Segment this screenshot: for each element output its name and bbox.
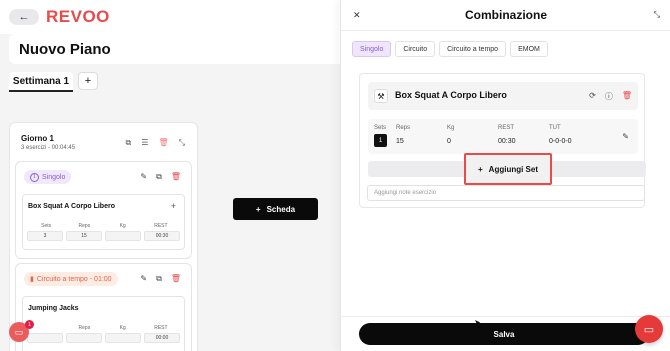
trash-icon[interactable]: 🗑 <box>158 138 168 148</box>
plus-icon[interactable]: + <box>171 201 176 211</box>
exercise-block: ▮ Circuito a tempo - 01:00 ✎ ⧉ 🗑 Jumping… <box>15 263 192 351</box>
column-header: REST <box>498 125 515 131</box>
block-type-label: Singolo <box>42 173 66 181</box>
dumbbell-icon: ⚒ <box>374 89 388 103</box>
exercise-name: Box Squat A Corpo Libero <box>28 203 115 210</box>
chat-launcher[interactable]: ▭ <box>635 315 663 343</box>
column-header: TUT <box>549 125 561 131</box>
reps-field[interactable] <box>66 333 102 343</box>
column-header: Reps <box>78 325 91 331</box>
combination-drawer: ✕ Combinazione ⤡ Singolo Circuito Circui… <box>340 0 670 351</box>
value-field[interactable] <box>27 333 63 343</box>
notification-badge: 1 <box>25 320 34 329</box>
reps-field[interactable]: 15 <box>66 231 102 241</box>
divider <box>341 30 670 31</box>
exercise-block: 1 Singolo ✎ ⧉ 🗑 Box Squat A Corpo Libero… <box>15 161 192 259</box>
plan-editor: ← REVOO Nuovo Piano Settimana 1 + Giorno… <box>0 0 340 351</box>
chat-icon: ▭ <box>643 323 655 336</box>
logo: REVOO <box>46 7 110 26</box>
tab-circuito-a-tempo[interactable]: Circuito a tempo <box>439 41 507 57</box>
rest-value[interactable]: 00:30 <box>498 138 516 145</box>
plan-title: Nuovo Piano <box>19 40 111 58</box>
exercise-notes-input[interactable]: Aggiungi note esercizio <box>367 185 645 201</box>
block-type-badge: ▮ Circuito a tempo - 01:00 <box>24 272 118 286</box>
tab-emom[interactable]: EMOM <box>510 41 548 57</box>
trash-icon[interactable]: 🗑 <box>171 274 181 284</box>
kg-value[interactable]: 0 <box>447 138 451 145</box>
save-button[interactable]: Salva <box>359 323 649 345</box>
plan-title-input[interactable]: Nuovo Piano <box>9 34 340 64</box>
column-header: Sets <box>41 223 52 229</box>
tut-value[interactable]: 0-0-0-0 <box>549 138 572 145</box>
exercise-name: Box Squat A Corpo Libero <box>395 90 507 100</box>
plus-icon: + <box>255 204 261 214</box>
kg-field[interactable] <box>105 231 141 241</box>
column-header: Reps <box>78 223 91 229</box>
mouse-cursor-icon: ➤ <box>474 318 481 327</box>
info-icon[interactable]: ⓘ <box>605 91 613 102</box>
copy-icon[interactable]: ⧉ <box>126 138 132 148</box>
copy-icon[interactable]: ⧉ <box>156 274 162 284</box>
set-number: 1 <box>374 134 387 147</box>
timer-icon: ▮ <box>30 276 34 283</box>
tab-week-1[interactable]: Settimana 1 <box>9 72 73 92</box>
scheda-label: Scheda <box>266 204 296 214</box>
edit-icon[interactable]: ✎ <box>622 132 629 141</box>
trash-icon[interactable]: 🗑 <box>171 172 181 182</box>
day-summary: 3 esercizi - 00:04:45 <box>21 145 76 151</box>
sets-field[interactable]: 3 <box>27 231 63 241</box>
column-header: Kg <box>119 325 126 331</box>
rest-field[interactable]: 00:30 <box>144 231 180 241</box>
replace-icon[interactable]: ⟳ <box>589 91 596 102</box>
tab-circuito[interactable]: Circuito <box>395 41 436 57</box>
notes-placeholder: Aggiungi note esercizio <box>374 190 437 196</box>
add-set-label: Aggiungi Set <box>488 164 538 174</box>
exercise-card[interactable]: Box Squat A Corpo Libero + Sets Reps Kg … <box>22 194 185 250</box>
column-header: REST <box>154 325 168 331</box>
day-title: Giorno 1 <box>21 134 54 143</box>
column-header: Reps <box>396 125 411 131</box>
tab-singolo[interactable]: Singolo <box>352 41 392 57</box>
edit-icon[interactable]: ✎ <box>140 172 147 182</box>
set-row: Sets Reps Kg REST TUT 1 15 0 00:30 0-0-0… <box>368 119 638 154</box>
back-button[interactable]: ← <box>9 9 39 25</box>
collapse-icon[interactable]: ⤡ <box>179 138 185 148</box>
list-icon[interactable]: ☰ <box>141 138 148 148</box>
arrow-left-icon: ← <box>18 11 30 23</box>
column-header: REST <box>154 223 168 229</box>
reps-value[interactable]: 15 <box>396 138 404 145</box>
exercise-panel: ⚒ Box Squat A Corpo Libero ⟳ ⓘ 🗑 Sets Re… <box>359 73 646 208</box>
plus-icon: + <box>478 164 483 174</box>
kg-field[interactable] <box>105 333 141 343</box>
add-week-button[interactable]: + <box>78 72 98 90</box>
block-type-label: Circuito a tempo - 01:00 <box>36 275 112 283</box>
block-type-badge: 1 Singolo <box>24 170 72 184</box>
number-circle-icon: 1 <box>30 172 39 182</box>
chat-icon: ▭ <box>14 326 24 337</box>
add-scheda-button[interactable]: + Scheda <box>233 198 318 220</box>
exercise-header: ⚒ Box Squat A Corpo Libero ⟳ ⓘ 🗑 <box>368 82 638 110</box>
drawer-title: Combinazione <box>464 8 547 22</box>
copy-icon[interactable]: ⧉ <box>156 172 162 182</box>
column-header: Sets <box>374 125 387 131</box>
trash-icon[interactable]: 🗑 <box>622 91 632 102</box>
day-card: Giorno 1 3 esercizi - 00:04:45 ⧉ ☰ 🗑 ⤡ 1… <box>9 122 198 351</box>
rest-field[interactable]: 00:00 <box>144 333 180 343</box>
collapse-icon[interactable]: ⤡ <box>654 10 660 20</box>
exercise-card[interactable]: Jumping Jacks Reps Kg REST 00:00 <box>22 296 185 351</box>
column-header: Kg <box>119 223 126 229</box>
column-header: Kg <box>447 125 455 131</box>
combination-tabs: Singolo Circuito Circuito a tempo EMOM <box>352 41 548 57</box>
edit-icon[interactable]: ✎ <box>140 274 147 284</box>
exercise-name: Jumping Jacks <box>28 305 79 312</box>
divider <box>341 316 670 317</box>
top-bar: ← REVOO <box>0 0 340 34</box>
add-set-button[interactable]: + Aggiungi Set <box>464 153 552 185</box>
